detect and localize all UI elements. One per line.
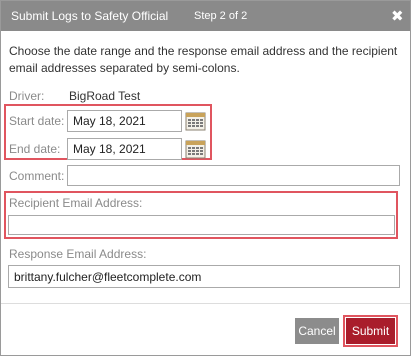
cancel-button[interactable]: Cancel bbox=[295, 318, 339, 344]
recipient-label: Recipient Email Address: bbox=[9, 196, 143, 210]
start-date-input[interactable]: May 18, 2021 bbox=[67, 110, 182, 132]
driver-label: Driver: bbox=[9, 89, 45, 103]
dialog-step-indicator: Step 2 of 2 bbox=[194, 10, 248, 22]
comment-input[interactable] bbox=[67, 165, 400, 186]
start-date-label: Start date: bbox=[9, 114, 65, 128]
driver-value: BigRoad Test bbox=[69, 89, 141, 103]
end-date-calendar-icon[interactable] bbox=[185, 139, 206, 159]
dialog-titlebar: Submit Logs to Safety Official Step 2 of… bbox=[1, 1, 410, 31]
end-date-label: End date: bbox=[9, 142, 61, 156]
recipient-email-input[interactable] bbox=[8, 215, 395, 235]
end-date-input[interactable]: May 18, 2021 bbox=[67, 138, 182, 160]
close-icon[interactable]: ✖ bbox=[391, 7, 404, 25]
submit-logs-dialog: Submit Logs to Safety Official Step 2 of… bbox=[0, 0, 411, 356]
footer-divider bbox=[1, 303, 410, 304]
response-label: Response Email Address: bbox=[9, 247, 147, 261]
instructions-text: Choose the date range and the response e… bbox=[9, 44, 398, 75]
dialog-title: Submit Logs to Safety Official bbox=[11, 9, 169, 23]
submit-button[interactable]: Submit bbox=[346, 318, 395, 344]
start-date-calendar-icon[interactable] bbox=[185, 111, 206, 131]
response-email-input[interactable]: brittany.fulcher@fleetcomplete.com bbox=[8, 265, 400, 288]
comment-label: Comment: bbox=[9, 169, 65, 183]
